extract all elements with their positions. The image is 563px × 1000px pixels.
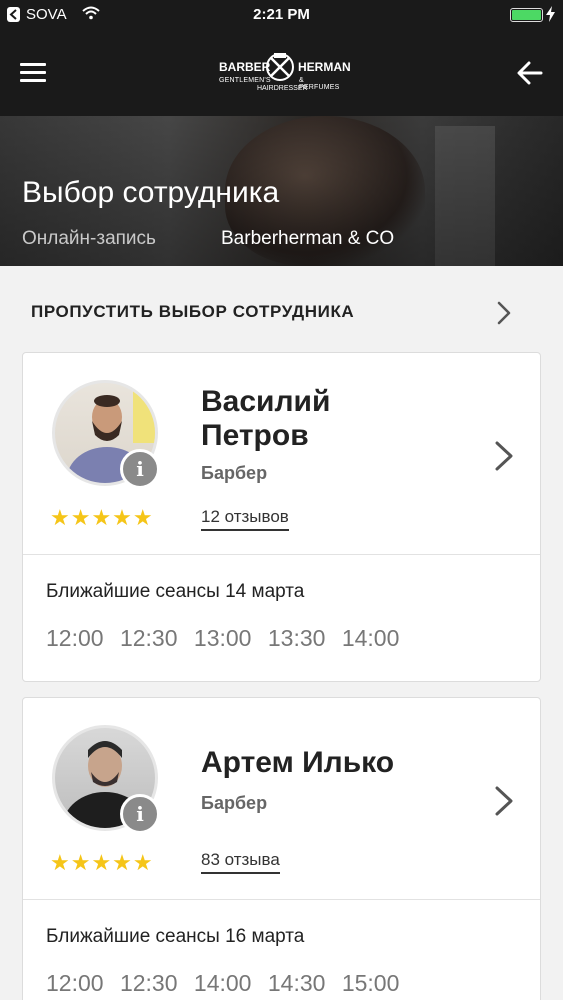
- rating-stars: ★★★★★: [50, 505, 154, 530]
- reviews-link[interactable]: 83 отзыва: [201, 850, 280, 874]
- rating-stars: ★★★★★: [50, 850, 154, 875]
- chevron-right-icon: [495, 441, 513, 471]
- skip-label: ПРОПУСТИТЬ ВЫБОР СОТРУДНИКА: [31, 302, 355, 321]
- employee-role: Барбер: [201, 463, 268, 483]
- brand-logo: BARBER HERMAN GENTLEMEN'S & PERFUMES HAI…: [219, 50, 351, 96]
- status-bar: SOVA 2:21 PM: [0, 0, 563, 30]
- page-title: Выбор сотрудника: [22, 176, 280, 209]
- employee-card: i ★★★★★ Артем Илько Барбер 83 отзыва Бли…: [22, 697, 541, 1000]
- sessions-title: Ближайшие сеансы 16 марта: [46, 926, 305, 947]
- time-slot[interactable]: 14:00: [194, 970, 252, 997]
- time-slot[interactable]: 13:30: [268, 625, 326, 652]
- breadcrumb-online-booking: Онлайн-запись: [22, 228, 156, 249]
- employee-first-name: Василий: [201, 385, 331, 418]
- breadcrumb-salon-name: Barberherman & CO: [221, 228, 395, 249]
- chevron-right-icon: [497, 301, 511, 325]
- employee-card-header[interactable]: i ★★★★★ Артем Илько Барбер 83 отзыва: [23, 698, 540, 900]
- hamburger-icon[interactable]: [20, 63, 46, 83]
- employee-last-name: Петров: [201, 419, 309, 452]
- logo-text-right: HERMAN: [298, 60, 351, 74]
- hero-banner: Выбор сотрудника Онлайн-запись Barberher…: [0, 116, 563, 266]
- time-slot[interactable]: 13:00: [194, 625, 252, 652]
- employee-card: i ★★★★★ Василий Петров Барбер 12 отзывов…: [22, 352, 541, 682]
- skip-employee-selection-button[interactable]: ПРОПУСТИТЬ ВЫБОР СОТРУДНИКА: [0, 266, 563, 352]
- battery-icon: [510, 8, 543, 22]
- chevron-right-icon: [495, 786, 513, 816]
- employee-role: Барбер: [201, 793, 268, 813]
- time-slot[interactable]: 12:00: [46, 625, 104, 652]
- app-header: BARBER HERMAN GENTLEMEN'S & PERFUMES HAI…: [0, 30, 563, 116]
- time-slots: 12:00 12:30 14:00 14:30 15:00: [46, 970, 409, 997]
- nearest-sessions: Ближайшие сеансы 16 марта 12:00 12:30 14…: [23, 900, 540, 1000]
- charging-icon: [546, 6, 555, 22]
- time-slot[interactable]: 12:00: [46, 970, 104, 997]
- employee-name: Василий Петров: [201, 385, 330, 453]
- nearest-sessions: Ближайшие сеансы 14 марта 12:00 12:30 13…: [23, 555, 540, 681]
- logo-sub-bottom: HAIRDRESSER: [257, 85, 308, 92]
- arrow-left-icon[interactable]: [517, 60, 543, 86]
- time-slot[interactable]: 12:30: [120, 970, 178, 997]
- time-slots: 12:00 12:30 13:00 13:30 14:00: [46, 625, 409, 652]
- time-slot[interactable]: 12:30: [120, 625, 178, 652]
- employee-name: Артем Илько: [201, 746, 395, 779]
- status-time: 2:21 PM: [253, 6, 310, 23]
- info-icon[interactable]: i: [120, 449, 160, 489]
- logo-sub-left: GENTLEMEN'S: [219, 77, 271, 84]
- time-slot[interactable]: 14:30: [268, 970, 326, 997]
- time-slot[interactable]: 15:00: [342, 970, 400, 997]
- employee-card-header[interactable]: i ★★★★★ Василий Петров Барбер 12 отзывов: [23, 353, 540, 555]
- sessions-title: Ближайшие сеансы 14 марта: [46, 581, 305, 602]
- reviews-link[interactable]: 12 отзывов: [201, 507, 289, 531]
- info-icon[interactable]: i: [120, 794, 160, 834]
- time-slot[interactable]: 14:00: [342, 625, 400, 652]
